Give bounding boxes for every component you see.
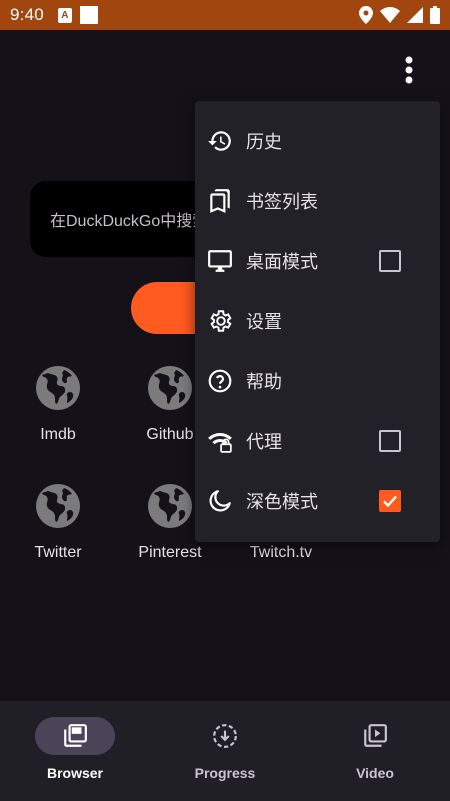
shortcut-twitter[interactable]: Twitter (13, 482, 103, 562)
menu-item-bookmarks[interactable]: 书签列表 (195, 171, 440, 231)
status-time: 9:40 (10, 5, 44, 24)
menu-label: 历史 (246, 132, 282, 153)
dark-mode-icon (207, 488, 233, 514)
nav-browser[interactable]: Browser (0, 701, 150, 801)
nav-label: Video (356, 765, 394, 781)
signal-icon (407, 7, 423, 23)
nav-progress[interactable]: Progress (150, 701, 300, 801)
globe-icon (36, 484, 80, 528)
menu-item-proxy[interactable]: 代理 (195, 411, 440, 471)
bottom-navigation: Browser Progress Video (0, 701, 450, 801)
menu-label: 代理 (246, 432, 282, 453)
dark-mode-checkbox[interactable] (379, 490, 401, 512)
nav-indicator (185, 717, 265, 755)
wifi-icon (380, 7, 400, 23)
menu-label: 设置 (246, 312, 282, 333)
menu-item-desktop-mode[interactable]: 桌面模式 (195, 231, 440, 291)
nav-indicator (335, 717, 415, 755)
menu-item-settings[interactable]: 设置 (195, 291, 440, 351)
search-placeholder: 在DuckDuckGo中搜索 (50, 213, 209, 230)
help-icon (207, 368, 233, 394)
globe-icon (148, 366, 192, 410)
menu-label: 桌面模式 (246, 252, 318, 273)
location-icon (359, 6, 373, 24)
nav-label: Progress (194, 765, 256, 781)
notification-square-icon (79, 6, 98, 24)
proxy-icon (207, 428, 233, 454)
bookmark-icon (207, 188, 233, 214)
menu-label: 深色模式 (246, 492, 318, 513)
history-icon (207, 128, 233, 154)
menu-item-history[interactable]: 历史 (195, 111, 440, 171)
battery-icon (430, 6, 440, 24)
settings-icon (207, 308, 233, 334)
more-vertical-icon (405, 56, 413, 84)
desktop-mode-checkbox[interactable] (379, 250, 401, 272)
app-notification-icon: A (57, 7, 72, 23)
menu-item-dark-mode[interactable]: 深色模式 (195, 471, 440, 531)
check-icon (383, 495, 397, 508)
browser-tabs-icon (64, 724, 87, 747)
shortcut-label: Twitch.tv (249, 544, 313, 561)
shortcut-label: Imdb (40, 426, 76, 443)
video-library-icon (364, 724, 387, 747)
shortcut-imdb[interactable]: Imdb (13, 364, 103, 444)
nav-label: Browser (46, 765, 104, 781)
desktop-icon (207, 248, 233, 274)
globe-icon (148, 484, 192, 528)
proxy-checkbox[interactable] (379, 430, 401, 452)
menu-label: 帮助 (246, 372, 282, 393)
download-progress-icon (213, 724, 237, 748)
more-options-button[interactable] (394, 52, 424, 88)
status-icons (359, 6, 440, 24)
menu-item-help[interactable]: 帮助 (195, 351, 440, 411)
overflow-menu: 历史 书签列表 桌面模式 设置 帮助 代理 深色模式 (195, 101, 440, 542)
nav-indicator (35, 717, 115, 755)
shortcut-label: Pinterest (138, 544, 202, 561)
status-bar: 9:40 A (0, 0, 450, 30)
nav-video[interactable]: Video (300, 701, 450, 801)
shortcut-label: Twitter (34, 544, 82, 561)
menu-label: 书签列表 (246, 192, 318, 213)
globe-icon (36, 366, 80, 410)
